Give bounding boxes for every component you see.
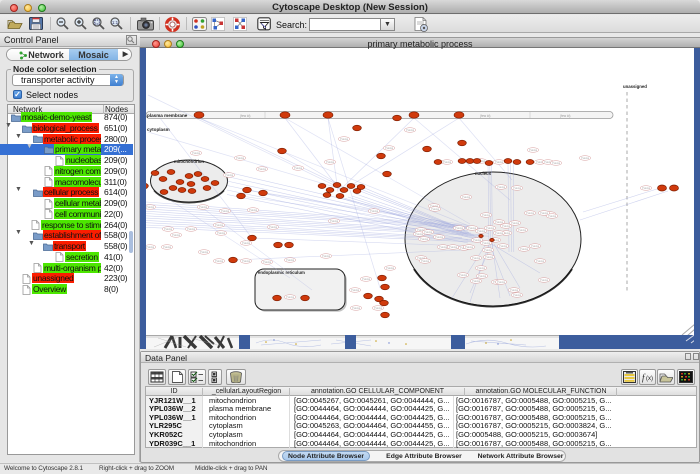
svg-text:1:1: 1:1 <box>112 20 119 25</box>
svg-text:Yxxxxx: Yxxxxx <box>187 227 196 231</box>
svg-text:Yxxxxx: Yxxxxx <box>465 245 474 249</box>
svg-text:cytoplasm: cytoplasm <box>147 127 170 132</box>
svg-text:Yxxxxx: Yxxxxx <box>502 224 511 228</box>
svg-text:Yxxxxx: Yxxxxx <box>236 156 245 160</box>
svg-text:Yxxxxx: Yxxxxx <box>420 237 429 241</box>
svg-text:Yxxxxx: Yxxxxx <box>484 248 493 252</box>
svg-text:Yxxxxx: Yxxxxx <box>536 259 545 263</box>
svg-text:Yxxxxx: Yxxxxx <box>249 208 258 212</box>
svg-text:Yxxxxx: Yxxxxx <box>581 156 590 160</box>
svg-text:Yxxxxx: Yxxxxx <box>362 277 371 281</box>
svg-text:Yxxxxx: Yxxxxx <box>370 209 379 213</box>
svg-text:Yxxxxx: Yxxxxx <box>513 186 522 190</box>
svg-text:Yxxxxx: Yxxxxx <box>386 266 395 270</box>
svg-text:Yxxxxx: Yxxxxx <box>421 259 430 263</box>
svg-text:Yxxxxx: Yxxxxx <box>468 226 477 230</box>
svg-text:Yxxxxx: Yxxxxx <box>548 214 557 218</box>
svg-text:Yxxxxx: Yxxxxx <box>462 195 471 199</box>
svg-text:Yxxxxx: Yxxxxx <box>497 185 506 189</box>
svg-text:Yxxxxx: Yxxxxx <box>459 273 468 277</box>
svg-text:Yxxxxx: Yxxxxx <box>435 235 444 239</box>
svg-text:Yxxxxx: Yxxxxx <box>472 256 481 260</box>
svg-text:Yxxxxx: Yxxxxx <box>385 146 394 150</box>
svg-text:(few id): (few id) <box>480 114 490 118</box>
svg-text:Yxxxxx: Yxxxxx <box>164 227 173 231</box>
svg-text:Yxxxxx: Yxxxxx <box>146 205 155 209</box>
svg-text:(few id): (few id) <box>560 114 570 118</box>
svg-text:Yxxxxx: Yxxxxx <box>485 255 494 259</box>
svg-text:Yxxxxx: Yxxxxx <box>221 209 230 213</box>
svg-text:Yxxxxx: Yxxxxx <box>513 293 522 297</box>
svg-text:Yxxxxx: Yxxxxx <box>431 207 440 211</box>
svg-text:Yxxxxx: Yxxxxx <box>352 306 361 310</box>
svg-text:Yxxxxx: Yxxxxx <box>242 259 251 263</box>
svg-text:Yxxxxx: Yxxxxx <box>269 225 278 229</box>
svg-text:Yxxxxx: Yxxxxx <box>482 241 491 245</box>
svg-text:Yxxxxx: Yxxxxx <box>330 219 339 223</box>
svg-text:Yxxxxx: Yxxxxx <box>263 260 272 264</box>
svg-text:Yxxxxx: Yxxxxx <box>473 238 482 242</box>
svg-text:Yxxxxx: Yxxxxx <box>497 280 506 284</box>
svg-text:Yxxxxx: Yxxxxx <box>478 274 487 278</box>
svg-text:Yxxxxx: Yxxxxx <box>294 166 303 170</box>
svg-text:Yxxxxx: Yxxxxx <box>163 245 172 249</box>
svg-text:Yxxxxx: Yxxxxx <box>472 279 481 283</box>
svg-text:Yxxxxx: Yxxxxx <box>340 137 349 141</box>
svg-text:Yxxxxx: Yxxxxx <box>199 205 208 209</box>
svg-text:Yxxxxx: Yxxxxx <box>200 250 209 254</box>
svg-text:Yxxxxx: Yxxxxx <box>286 258 295 262</box>
svg-text:Yxxxxx: Yxxxxx <box>526 211 535 215</box>
svg-text:Yxxxxx: Yxxxxx <box>242 241 251 245</box>
svg-text:Yxxxxx: Yxxxxx <box>374 306 383 310</box>
svg-text:Yxxxxx: Yxxxxx <box>529 148 538 152</box>
svg-text:Yxxxxx: Yxxxxx <box>486 226 495 230</box>
svg-text:Yxxxxx: Yxxxxx <box>495 231 504 235</box>
svg-text:Yxxxxx: Yxxxxx <box>477 266 486 270</box>
svg-text:mitochondrion: mitochondrion <box>174 159 204 164</box>
svg-text:(x): (x) <box>646 376 653 382</box>
svg-text:Yxxxxx: Yxxxxx <box>518 228 527 232</box>
svg-text:Yxxxxx: Yxxxxx <box>215 259 224 263</box>
svg-text:Yxxxxx: Yxxxxx <box>326 160 335 164</box>
svg-text:Yxxxxx: Yxxxxx <box>531 244 540 248</box>
svg-text:Yxxxxx: Yxxxxx <box>477 229 486 233</box>
svg-text:Yxxxxx: Yxxxxx <box>406 128 415 132</box>
svg-text:Yxxxxx: Yxxxxx <box>552 161 561 165</box>
svg-text:Yxxxxx: Yxxxxx <box>642 186 651 190</box>
svg-text:Yxxxxx: Yxxxxx <box>455 226 464 230</box>
svg-text:Yxxxxx: Yxxxxx <box>258 167 267 171</box>
svg-text:Yxxxxx: Yxxxxx <box>482 213 491 217</box>
svg-text:Yxxxxx: Yxxxxx <box>322 254 331 258</box>
svg-text:Yxxxxx: Yxxxxx <box>520 247 529 251</box>
svg-text:Yxxxxx: Yxxxxx <box>217 231 226 235</box>
svg-text:Yxxxxx: Yxxxxx <box>215 223 224 227</box>
svg-text:Yxxxxx: Yxxxxx <box>172 233 181 237</box>
svg-text:Yxxxxx: Yxxxxx <box>439 245 448 249</box>
svg-text:Yxxxxx: Yxxxxx <box>443 160 452 164</box>
svg-text:Yxxxxx: Yxxxxx <box>351 288 360 292</box>
svg-text:Yxxxxx: Yxxxxx <box>499 244 508 248</box>
svg-text:Yxxxxx: Yxxxxx <box>495 160 504 164</box>
svg-text:plasma membrane: plasma membrane <box>147 113 188 118</box>
svg-text:Yxxxxx: Yxxxxx <box>225 173 234 177</box>
svg-text:Yxxxxx: Yxxxxx <box>511 221 520 225</box>
svg-text:Yxxxxx: Yxxxxx <box>424 230 433 234</box>
svg-text:Yxxxxx: Yxxxxx <box>495 220 504 224</box>
svg-text:Yxxxxx: Yxxxxx <box>540 211 549 215</box>
svg-text:Yxxxxx: Yxxxxx <box>192 151 201 155</box>
svg-text:Yxxxxx: Yxxxxx <box>510 288 519 292</box>
svg-text:Yxxxxx: Yxxxxx <box>146 245 155 249</box>
svg-text:Yxxxxx: Yxxxxx <box>449 245 458 249</box>
svg-text:Yxxxxx: Yxxxxx <box>286 295 295 299</box>
svg-text:Yxxxxx: Yxxxxx <box>540 278 549 282</box>
svg-text:(few id): (few id) <box>240 114 250 118</box>
svg-text:unassigned: unassigned <box>623 84 647 89</box>
